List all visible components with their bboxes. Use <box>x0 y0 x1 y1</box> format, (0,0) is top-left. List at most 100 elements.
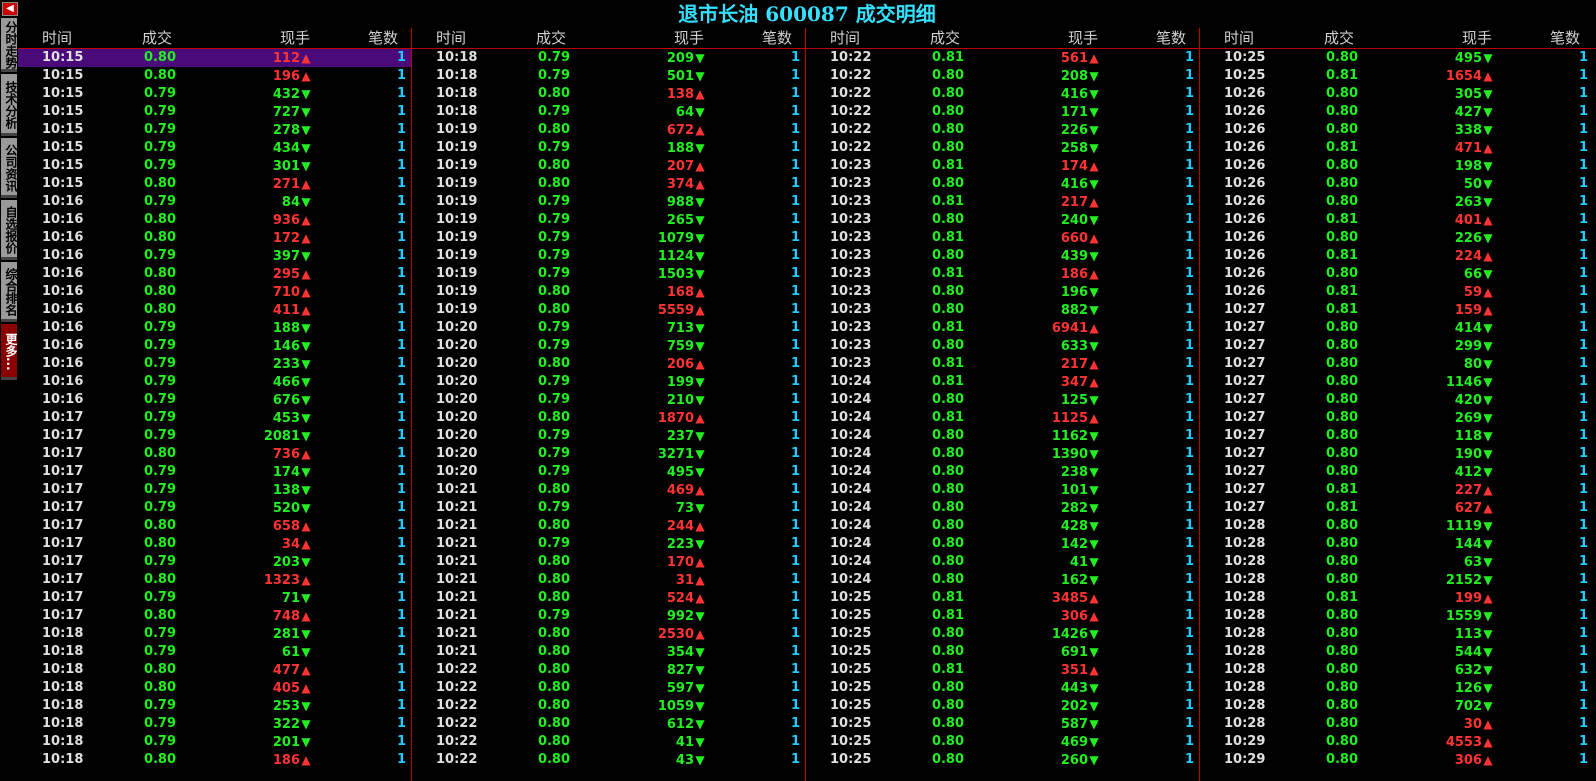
table-row[interactable]: 10:17 0.79 71▼ 1 <box>18 589 411 607</box>
table-row[interactable]: 10:25 0.80 260▼ 1 <box>806 751 1199 769</box>
table-row[interactable]: 10:27 0.80 412▼ 1 <box>1200 463 1596 481</box>
table-row[interactable]: 10:22 0.80 43▼ 1 <box>412 751 805 769</box>
table-row[interactable]: 10:20 0.79 759▼ 1 <box>412 337 805 355</box>
table-row[interactable]: 10:24 0.80 101▼ 1 <box>806 481 1199 499</box>
tab-company-news[interactable]: 公司资讯 <box>1 138 18 198</box>
table-row[interactable]: 10:18 0.79 61▼ 1 <box>18 643 411 661</box>
table-row[interactable]: 10:26 0.80 338▼ 1 <box>1200 121 1596 139</box>
table-row[interactable]: 10:15 0.80 271▲ 1 <box>18 175 411 193</box>
table-row[interactable]: 10:27 0.80 118▼ 1 <box>1200 427 1596 445</box>
table-row[interactable]: 10:25 0.80 587▼ 1 <box>806 715 1199 733</box>
table-row[interactable]: 10:25 0.81 351▲ 1 <box>806 661 1199 679</box>
table-row[interactable]: 10:19 0.80 207▲ 1 <box>412 157 805 175</box>
table-row[interactable]: 10:25 0.80 691▼ 1 <box>806 643 1199 661</box>
table-row[interactable]: 10:22 0.80 416▼ 1 <box>806 85 1199 103</box>
table-row[interactable]: 10:15 0.80 112▲ 1 <box>18 49 411 67</box>
table-row[interactable]: 10:15 0.79 434▼ 1 <box>18 139 411 157</box>
table-row[interactable]: 10:18 0.79 281▼ 1 <box>18 625 411 643</box>
tab-technical[interactable]: 技术分析 <box>1 74 18 136</box>
table-row[interactable]: 10:22 0.80 208▼ 1 <box>806 67 1199 85</box>
table-row[interactable]: 10:23 0.81 6941▲ 1 <box>806 319 1199 337</box>
table-row[interactable]: 10:17 0.79 203▼ 1 <box>18 553 411 571</box>
table-row[interactable]: 10:16 0.80 710▲ 1 <box>18 283 411 301</box>
table-row[interactable]: 10:26 0.81 224▲ 1 <box>1200 247 1596 265</box>
table-row[interactable]: 10:21 0.80 354▼ 1 <box>412 643 805 661</box>
table-row[interactable]: 10:17 0.80 748▲ 1 <box>18 607 411 625</box>
table-row[interactable]: 10:24 0.80 125▼ 1 <box>806 391 1199 409</box>
table-row[interactable]: 10:15 0.80 196▲ 1 <box>18 67 411 85</box>
table-row[interactable]: 10:28 0.80 702▼ 1 <box>1200 697 1596 715</box>
table-row[interactable]: 10:25 0.80 469▼ 1 <box>806 733 1199 751</box>
table-row[interactable]: 10:24 0.81 347▲ 1 <box>806 373 1199 391</box>
menu-icon[interactable]: ◀ <box>2 2 18 16</box>
table-row[interactable]: 10:26 0.80 50▼ 1 <box>1200 175 1596 193</box>
table-row[interactable]: 10:22 0.80 612▼ 1 <box>412 715 805 733</box>
table-row[interactable]: 10:28 0.80 126▼ 1 <box>1200 679 1596 697</box>
table-row[interactable]: 10:27 0.81 627▲ 1 <box>1200 499 1596 517</box>
table-row[interactable]: 10:23 0.80 439▼ 1 <box>806 247 1199 265</box>
table-row[interactable]: 10:18 0.79 201▼ 1 <box>18 733 411 751</box>
table-row[interactable]: 10:28 0.81 199▲ 1 <box>1200 589 1596 607</box>
table-row[interactable]: 10:28 0.80 144▼ 1 <box>1200 535 1596 553</box>
table-row[interactable]: 10:25 0.80 443▼ 1 <box>806 679 1199 697</box>
table-row[interactable]: 10:23 0.80 196▼ 1 <box>806 283 1199 301</box>
table-row[interactable]: 10:22 0.80 1059▼ 1 <box>412 697 805 715</box>
table-row[interactable]: 10:23 0.81 186▲ 1 <box>806 265 1199 283</box>
tab-intraday[interactable]: 分时走势 <box>1 18 18 72</box>
table-row[interactable]: 10:28 0.80 30▲ 1 <box>1200 715 1596 733</box>
table-row[interactable]: 10:26 0.80 66▼ 1 <box>1200 265 1596 283</box>
table-row[interactable]: 10:28 0.80 544▼ 1 <box>1200 643 1596 661</box>
table-row[interactable]: 10:19 0.80 168▲ 1 <box>412 283 805 301</box>
table-row[interactable]: 10:27 0.81 159▲ 1 <box>1200 301 1596 319</box>
table-row[interactable]: 10:27 0.80 414▼ 1 <box>1200 319 1596 337</box>
table-row[interactable]: 10:16 0.80 936▲ 1 <box>18 211 411 229</box>
table-row[interactable]: 10:19 0.79 1079▼ 1 <box>412 229 805 247</box>
table-row[interactable]: 10:17 0.79 2081▼ 1 <box>18 427 411 445</box>
table-row[interactable]: 10:18 0.79 209▼ 1 <box>412 49 805 67</box>
table-row[interactable]: 10:18 0.80 186▲ 1 <box>18 751 411 769</box>
table-row[interactable]: 10:26 0.81 401▲ 1 <box>1200 211 1596 229</box>
table-row[interactable]: 10:16 0.79 233▼ 1 <box>18 355 411 373</box>
table-row[interactable]: 10:18 0.79 501▼ 1 <box>412 67 805 85</box>
table-row[interactable]: 10:19 0.79 1124▼ 1 <box>412 247 805 265</box>
table-row[interactable]: 10:22 0.80 41▼ 1 <box>412 733 805 751</box>
table-row[interactable]: 10:23 0.80 240▼ 1 <box>806 211 1199 229</box>
table-row[interactable]: 10:16 0.79 146▼ 1 <box>18 337 411 355</box>
table-row[interactable]: 10:18 0.80 405▲ 1 <box>18 679 411 697</box>
table-row[interactable]: 10:20 0.79 237▼ 1 <box>412 427 805 445</box>
table-row[interactable]: 10:16 0.79 84▼ 1 <box>18 193 411 211</box>
table-row[interactable]: 10:21 0.80 31▲ 1 <box>412 571 805 589</box>
table-row[interactable]: 10:16 0.79 466▼ 1 <box>18 373 411 391</box>
table-row[interactable]: 10:24 0.80 1162▼ 1 <box>806 427 1199 445</box>
table-row[interactable]: 10:17 0.80 736▲ 1 <box>18 445 411 463</box>
table-row[interactable]: 10:16 0.79 397▼ 1 <box>18 247 411 265</box>
table-row[interactable]: 10:22 0.80 171▼ 1 <box>806 103 1199 121</box>
table-row[interactable]: 10:20 0.79 3271▼ 1 <box>412 445 805 463</box>
table-row[interactable]: 10:15 0.79 278▼ 1 <box>18 121 411 139</box>
table-row[interactable]: 10:21 0.79 992▼ 1 <box>412 607 805 625</box>
table-row[interactable]: 10:26 0.81 471▲ 1 <box>1200 139 1596 157</box>
tab-ranking[interactable]: 综合排名 <box>1 262 18 322</box>
table-row[interactable]: 10:24 0.81 1125▲ 1 <box>806 409 1199 427</box>
table-row[interactable]: 10:29 0.80 4553▲ 1 <box>1200 733 1596 751</box>
table-row[interactable]: 10:28 0.80 1559▼ 1 <box>1200 607 1596 625</box>
table-row[interactable]: 10:24 0.80 162▼ 1 <box>806 571 1199 589</box>
table-row[interactable]: 10:19 0.80 672▲ 1 <box>412 121 805 139</box>
table-row[interactable]: 10:25 0.80 1426▼ 1 <box>806 625 1199 643</box>
table-row[interactable]: 10:27 0.80 1146▼ 1 <box>1200 373 1596 391</box>
table-row[interactable]: 10:22 0.80 827▼ 1 <box>412 661 805 679</box>
table-row[interactable]: 10:19 0.79 1503▼ 1 <box>412 265 805 283</box>
table-row[interactable]: 10:21 0.80 2530▲ 1 <box>412 625 805 643</box>
table-row[interactable]: 10:19 0.79 988▼ 1 <box>412 193 805 211</box>
table-row[interactable]: 10:17 0.79 453▼ 1 <box>18 409 411 427</box>
table-row[interactable]: 10:18 0.79 322▼ 1 <box>18 715 411 733</box>
table-row[interactable]: 10:16 0.80 411▲ 1 <box>18 301 411 319</box>
table-row[interactable]: 10:18 0.79 64▼ 1 <box>412 103 805 121</box>
tab-more[interactable]: 更多... <box>1 324 18 380</box>
table-row[interactable]: 10:17 0.80 658▲ 1 <box>18 517 411 535</box>
table-row[interactable]: 10:21 0.80 524▲ 1 <box>412 589 805 607</box>
table-row[interactable]: 10:28 0.80 2152▼ 1 <box>1200 571 1596 589</box>
table-row[interactable]: 10:16 0.80 295▲ 1 <box>18 265 411 283</box>
table-row[interactable]: 10:25 0.81 3485▲ 1 <box>806 589 1199 607</box>
table-row[interactable]: 10:26 0.80 226▼ 1 <box>1200 229 1596 247</box>
